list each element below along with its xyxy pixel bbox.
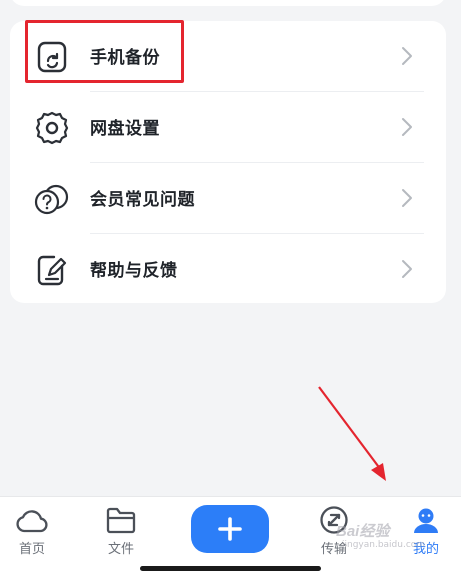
plus-icon xyxy=(218,517,242,541)
tab-home[interactable]: 首页 xyxy=(2,505,62,561)
add-button[interactable] xyxy=(191,505,269,553)
tab-files[interactable]: 文件 xyxy=(91,505,151,561)
folder-icon xyxy=(106,507,136,534)
profile-icon xyxy=(414,508,438,533)
cloud-icon xyxy=(16,510,48,533)
watermark: Bai经验 xyxy=(336,523,390,540)
annotation-arrow xyxy=(318,386,386,481)
tab-profile[interactable]: 我的 xyxy=(396,505,456,561)
home-indicator xyxy=(140,566,321,571)
tab-label: 文件 xyxy=(107,542,134,557)
watermark-url: jingyan.baidu.com xyxy=(342,540,426,550)
tab-label: 首页 xyxy=(18,542,45,557)
